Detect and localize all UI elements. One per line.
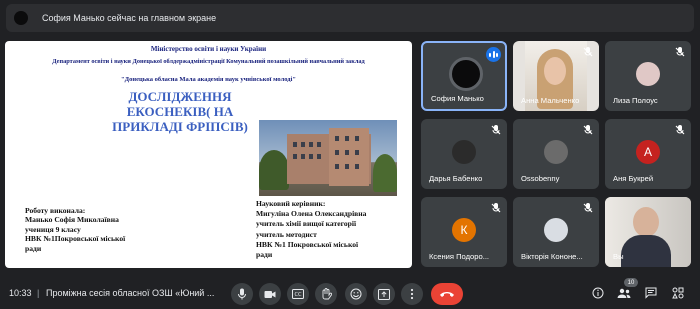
chat-button[interactable] xyxy=(643,285,659,301)
activities-icon xyxy=(672,287,684,299)
emoji-icon xyxy=(350,288,362,300)
mic-off-icon xyxy=(675,47,685,57)
slide-supervisor-block: Науковий керівник: Мигуліна Олена Олекса… xyxy=(256,199,367,260)
more-icon xyxy=(410,288,414,300)
participant-name: Дарья Бабенко xyxy=(429,174,483,183)
school-building-photo xyxy=(259,120,397,196)
avatar: А xyxy=(636,140,660,164)
participant-name: Ксения Подоро... xyxy=(429,252,490,261)
meeting-details-button[interactable] xyxy=(590,285,606,301)
avatar xyxy=(544,140,568,164)
more-options-button[interactable] xyxy=(401,283,423,305)
participant-tile[interactable]: Вікторія Кононе... xyxy=(513,197,599,267)
people-icon xyxy=(617,288,631,298)
captions-icon: CC xyxy=(292,289,304,299)
mic-icon xyxy=(238,288,246,300)
emoji-button[interactable] xyxy=(345,283,367,305)
mic-off-icon xyxy=(491,203,501,213)
avatar xyxy=(449,57,483,91)
speaking-indicator-icon xyxy=(486,47,501,62)
participant-name: Анна Мальченко xyxy=(521,96,580,105)
participant-tile[interactable]: А Аня Букрей xyxy=(605,119,691,189)
slide-author-block: Роботу виконала: Манько Софія Миколаївна… xyxy=(25,206,126,253)
svg-text:CC: CC xyxy=(295,292,302,298)
camera-icon xyxy=(264,290,276,298)
participant-name: Ossobenny xyxy=(521,174,560,183)
participant-name: Вы xyxy=(613,252,624,261)
raise-hand-icon xyxy=(322,288,332,300)
participant-video xyxy=(633,207,659,237)
participant-name: София Манько xyxy=(431,94,484,103)
people-button[interactable] xyxy=(616,285,632,301)
slide-academy-line: "Донецька обласна Мала академія наук учн… xyxy=(121,76,296,83)
clock: 10:33 xyxy=(9,288,32,298)
mic-button[interactable] xyxy=(231,283,253,305)
captions-button[interactable]: CC xyxy=(287,283,309,305)
participant-tile[interactable]: Анна Мальченко xyxy=(513,41,599,111)
mic-off-icon xyxy=(675,125,685,135)
mic-off-icon xyxy=(491,125,501,135)
bottom-toolbar: 10:33 | Проміжна сесія обласної ОЗШ «Юни… xyxy=(0,278,700,309)
presentation-screen[interactable]: Міністерство освіти і науки України Депа… xyxy=(5,41,412,268)
participant-name: Лиза Полоус xyxy=(613,96,658,105)
mic-off-icon xyxy=(583,203,593,213)
participant-tile[interactable]: Ossobenny xyxy=(513,119,599,189)
avatar xyxy=(544,218,568,242)
slide-title: ДОСЛІДЖЕННЯ ЕКОСНЕКІВ( НА ПРИКЛАДІ ФРІПС… xyxy=(112,89,248,134)
participant-name: Аня Букрей xyxy=(613,174,654,183)
info-icon xyxy=(592,287,604,299)
slide-department-line: Департамент освіти і науки Донецької обл… xyxy=(52,58,365,65)
presenting-notification: София Манько сейчас на главном экране xyxy=(6,4,694,32)
present-button[interactable] xyxy=(373,283,395,305)
participant-tile[interactable]: Дарья Бабенко xyxy=(421,119,507,189)
notification-text: София Манько сейчас на главном экране xyxy=(42,13,217,23)
participant-tile[interactable]: Вы xyxy=(605,197,691,267)
participant-tile[interactable]: Лиза Полоус xyxy=(605,41,691,111)
participant-tile[interactable]: К Ксения Подоро... xyxy=(421,197,507,267)
avatar xyxy=(452,140,476,164)
separator: | xyxy=(37,288,40,298)
end-call-button[interactable] xyxy=(431,283,463,305)
avatar xyxy=(636,62,660,86)
raise-hand-button[interactable] xyxy=(315,283,337,305)
avatar: К xyxy=(452,218,476,242)
meeting-title: Проміжна сесія обласної ОЗШ «Юний ... xyxy=(46,288,215,298)
participant-name: Вікторія Кононе... xyxy=(521,252,583,261)
camera-button[interactable] xyxy=(259,283,281,305)
present-icon xyxy=(378,288,390,300)
slide-ministry-line: Міністерство освіти і науки України xyxy=(150,45,267,53)
mic-off-icon xyxy=(583,47,593,57)
chat-icon xyxy=(645,287,657,299)
mic-off-icon xyxy=(583,125,593,135)
activities-button[interactable] xyxy=(670,285,686,301)
presenter-avatar xyxy=(14,11,28,25)
participant-tile[interactable]: София Манько xyxy=(421,41,507,111)
end-call-icon xyxy=(440,292,454,297)
